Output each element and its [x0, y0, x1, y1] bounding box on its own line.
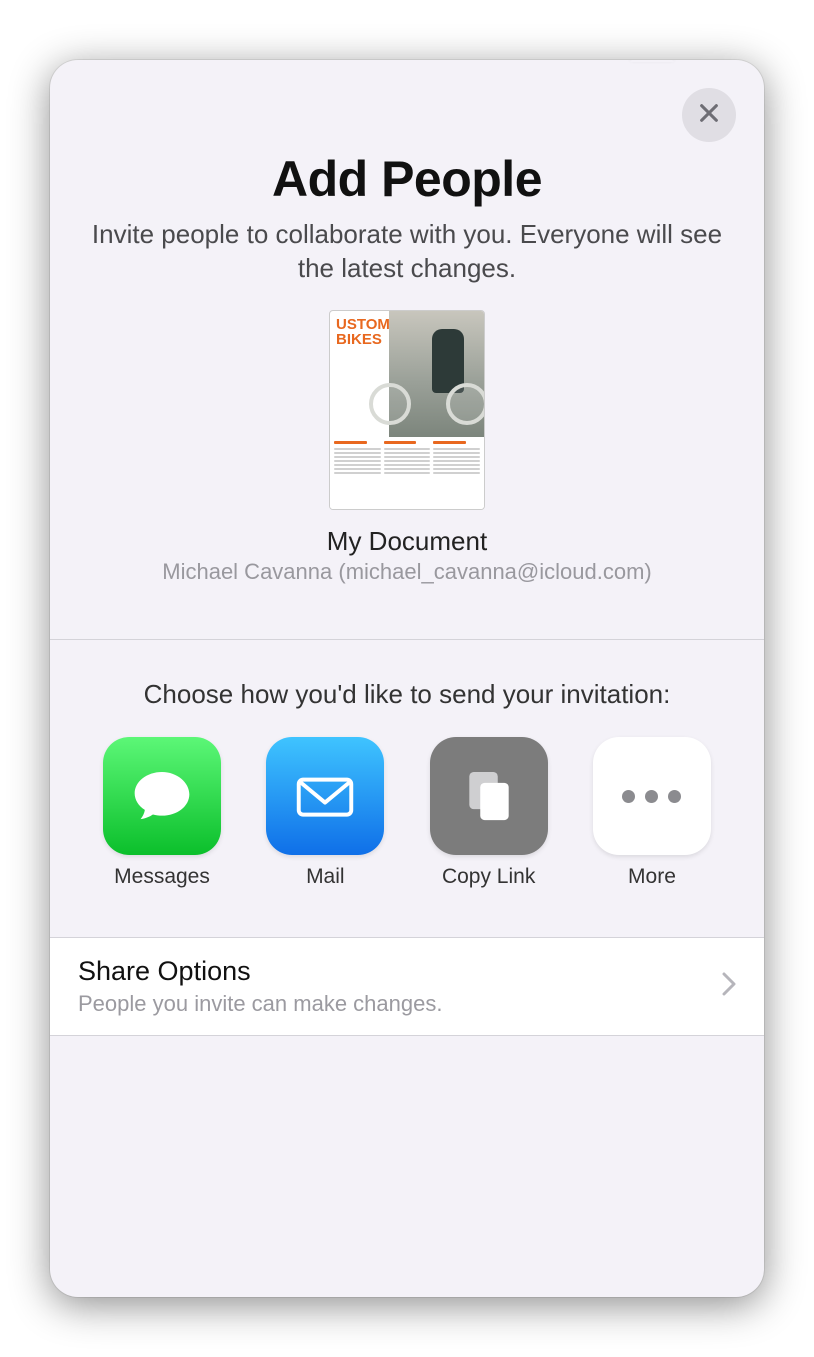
invite-option-mail[interactable]: Mail: [255, 737, 395, 889]
thumb-heading-2: BIKES: [336, 332, 390, 347]
invite-option-label: Messages: [114, 865, 210, 889]
invite-option-label: Mail: [306, 865, 345, 889]
modal-header: Add People Invite people to collaborate …: [50, 60, 764, 615]
messages-icon: [103, 737, 221, 855]
mail-icon: [266, 737, 384, 855]
close-icon: [698, 102, 720, 129]
modal-title: Add People: [90, 150, 724, 208]
share-options-title: Share Options: [78, 956, 722, 987]
document-thumbnail: USTOM BIKES: [329, 310, 485, 510]
copy-link-icon: [430, 737, 548, 855]
invite-option-copy-link[interactable]: Copy Link: [419, 737, 559, 889]
chevron-right-icon: [722, 972, 736, 1001]
invite-section: Choose how you'd like to send your invit…: [50, 640, 764, 908]
add-people-modal: Add People Invite people to collaborate …: [50, 60, 764, 1297]
more-icon: [593, 737, 711, 855]
share-options-detail: People you invite can make changes.: [78, 991, 722, 1017]
invite-option-row: Messages Mail Copy Lin: [90, 737, 724, 889]
invite-option-more[interactable]: More: [582, 737, 722, 889]
invite-option-label: Copy Link: [442, 865, 535, 889]
close-button[interactable]: [682, 88, 736, 142]
modal-subtitle: Invite people to collaborate with you. E…: [90, 218, 724, 286]
share-options-row[interactable]: Share Options People you invite can make…: [50, 937, 764, 1036]
document-name: My Document: [90, 526, 724, 557]
choose-label: Choose how you'd like to send your invit…: [90, 678, 724, 712]
thumb-heading-1: USTOM: [336, 317, 390, 332]
invite-option-label: More: [628, 865, 676, 889]
document-owner: Michael Cavanna (michael_cavanna@icloud.…: [90, 559, 724, 585]
invite-option-messages[interactable]: Messages: [92, 737, 232, 889]
